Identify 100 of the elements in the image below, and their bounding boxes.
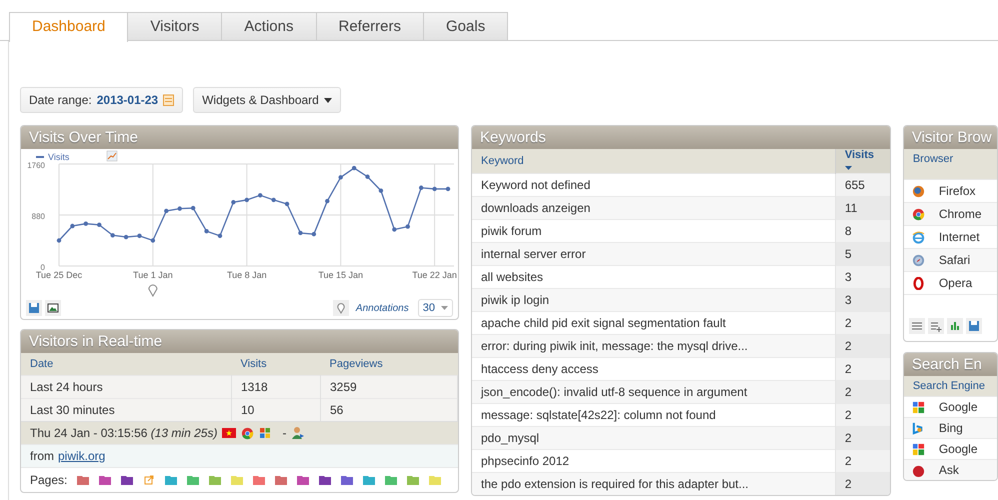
table-cell: downloads anzeigen <box>472 196 836 220</box>
data-point <box>70 224 75 228</box>
folder-icon[interactable] <box>275 475 288 485</box>
table-cell: 10 <box>232 398 320 421</box>
data-point <box>432 186 437 192</box>
folder-icon[interactable] <box>121 475 134 485</box>
bar-chart-icon[interactable] <box>946 318 963 334</box>
column-header[interactable]: Browser <box>904 149 997 179</box>
data-point <box>378 188 384 193</box>
data-point <box>352 166 356 170</box>
axis-tick-label: Tue 1 Jan <box>133 270 173 280</box>
axis-tick-label: Tue 25 Dec <box>36 270 82 280</box>
column-header[interactable]: Visits <box>232 353 320 376</box>
bing-icon <box>912 422 925 434</box>
table-cell: 56 <box>320 398 458 421</box>
column-header[interactable]: Visits <box>835 149 890 174</box>
column-header[interactable]: Keyword <box>472 149 836 174</box>
tab[interactable]: Goals <box>423 12 508 40</box>
data-point <box>258 193 262 198</box>
chrome-icon <box>912 208 925 220</box>
data-point <box>446 186 450 192</box>
legend: Visits <box>36 152 70 162</box>
table-icon[interactable] <box>908 318 925 334</box>
table-plus-icon[interactable] <box>928 318 944 334</box>
compass-icon <box>912 254 925 266</box>
legend-label: Visits <box>48 152 70 162</box>
data-point <box>218 234 222 238</box>
data-point <box>418 186 424 190</box>
data-point <box>110 233 115 238</box>
dashboard-menu-button[interactable]: Widgets & Dashboard <box>193 87 341 113</box>
folder-icon[interactable] <box>341 475 354 485</box>
axis-tick-label: 880 <box>32 212 45 221</box>
table-cell: 3 <box>835 266 890 288</box>
save-icon[interactable] <box>26 300 42 316</box>
table-cell: pdo_mysql <box>472 426 836 450</box>
data-point <box>312 232 316 236</box>
annotations-link[interactable]: Annotations <box>356 302 409 314</box>
data-point <box>284 202 290 206</box>
column-header[interactable]: Date <box>21 353 232 376</box>
table-cell: piwik ip login <box>472 288 836 312</box>
tab[interactable]: Referrers <box>316 12 424 40</box>
folder-icon[interactable] <box>77 475 90 485</box>
referrer-link[interactable]: piwik.org <box>58 449 106 463</box>
folder-icon[interactable] <box>253 475 266 485</box>
calendar-icon <box>163 94 174 106</box>
table-cell: 2 <box>835 358 890 380</box>
table-cell: Firefox <box>938 184 976 198</box>
data-point <box>298 230 303 236</box>
data-point <box>164 208 168 214</box>
table-cell: 2 <box>835 472 890 495</box>
opera-icon <box>912 276 925 290</box>
table-cell: json_encode(): invalid utf-8 sequence in argument <box>472 380 836 404</box>
table-cell: Opera <box>938 276 972 290</box>
table-cell: internal server error <box>472 242 836 266</box>
outlink-icon[interactable] <box>143 475 156 485</box>
table-cell: 2 <box>835 312 890 334</box>
date-range-button[interactable]: Date range: 2013-01-23 <box>20 87 184 113</box>
table-cell: 8 <box>835 220 890 242</box>
tab[interactable]: Actions <box>221 12 316 40</box>
axis-tick-label: Tue 22 Jan <box>412 270 457 280</box>
tab[interactable]: Visitors <box>127 12 222 40</box>
save-icon[interactable] <box>966 318 982 334</box>
column-header[interactable]: Search Engine <box>904 376 997 396</box>
chrome-icon <box>241 426 254 440</box>
chart-type-icon[interactable] <box>106 150 118 162</box>
data-point <box>124 234 128 240</box>
data-point <box>271 198 276 202</box>
caret-icon <box>441 306 448 310</box>
folder-icon[interactable] <box>297 475 310 485</box>
separator-text: - <box>282 426 286 440</box>
table-cell: Google <box>938 400 978 414</box>
table-cell: 3 <box>835 288 890 312</box>
folder-icon[interactable] <box>319 475 332 485</box>
data-point <box>204 229 209 234</box>
table-cell: 5 <box>835 242 890 266</box>
visitor-icon <box>291 426 306 440</box>
referrer-label: from <box>30 449 54 463</box>
data-point <box>84 222 88 226</box>
pin-icon[interactable] <box>332 300 349 316</box>
data-point <box>97 222 102 228</box>
sort-icon <box>844 166 852 170</box>
table-cell: Last 30 minutes <box>21 398 232 421</box>
table-cell: 2 <box>835 426 890 450</box>
windows-icon <box>259 427 272 439</box>
data-point <box>178 206 182 211</box>
table-cell: 1318 <box>232 376 320 398</box>
table-cell: 655 <box>835 174 890 196</box>
column-header[interactable]: Pageviews <box>320 353 458 376</box>
axis-tick-label: 1760 <box>27 161 45 170</box>
table-cell: 2 <box>835 334 890 358</box>
limit-select[interactable]: 30 <box>418 299 453 317</box>
image-icon[interactable] <box>45 300 61 316</box>
data-point <box>406 224 410 229</box>
caret-icon <box>324 98 332 102</box>
google-icon <box>912 442 925 456</box>
folder-icon[interactable] <box>99 475 112 485</box>
pin-icon[interactable] <box>148 284 158 296</box>
widget-title: Search En <box>904 353 997 376</box>
flag-icon <box>222 428 236 438</box>
data-point <box>392 227 397 232</box>
